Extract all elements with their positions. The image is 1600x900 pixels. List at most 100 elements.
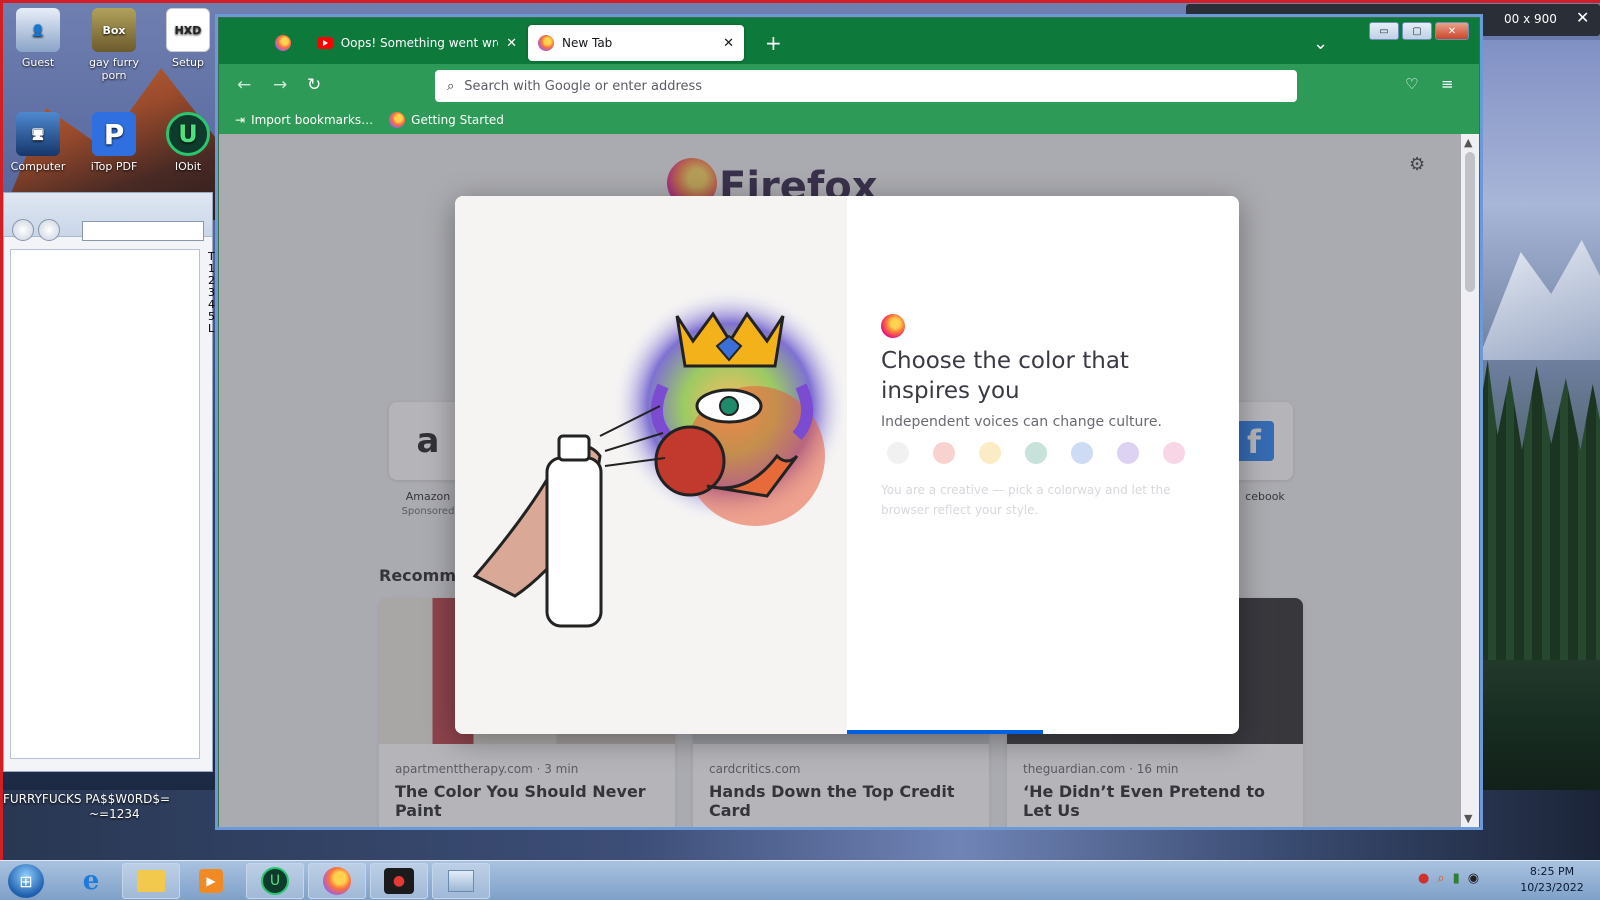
back-arrow-icon[interactable] <box>12 219 34 241</box>
pdf-app-icon: P <box>92 112 136 156</box>
volume-icon[interactable]: ◉ <box>1468 871 1479 886</box>
desktop-icon-box[interactable]: Box gay furry porn <box>76 8 152 82</box>
colorway-swatch[interactable] <box>1117 442 1139 464</box>
bookmark-getting-started[interactable]: Getting Started <box>389 112 504 128</box>
tab-youtube[interactable]: Oops! Something went wrong. ✕ <box>307 25 527 61</box>
tab-list-button[interactable]: ⌄ <box>1303 25 1338 61</box>
screen-recorder-icon: ● <box>384 868 414 894</box>
taskbar-app[interactable] <box>432 863 490 899</box>
overlay-line-1: FURRYFUCKS PA$$W0RD$= <box>3 792 171 806</box>
tab-pinned-firefox[interactable] <box>265 25 305 61</box>
desktop-icon-label: Computer <box>10 160 66 173</box>
explorer-pane <box>10 249 200 759</box>
taskbar-firefox[interactable] <box>308 863 366 899</box>
desktop-icon-computer[interactable]: 🖥 Computer <box>0 112 76 173</box>
tab-label: New Tab <box>562 36 613 50</box>
modal-description: You are a creative — pick a colorway and… <box>881 483 1171 517</box>
desktop-icon-label: gay furry porn <box>89 56 139 82</box>
new-tab-button[interactable]: + <box>755 25 792 61</box>
modal-content-panel: Choose the color that inspires you Indep… <box>847 196 1239 734</box>
new-tab-page: Firefox ⚙ a Amazon Sponsored f cebook Re… <box>219 134 1463 827</box>
scroll-up-icon[interactable]: ▲ <box>1464 136 1472 149</box>
pocket-icon[interactable]: ♡ <box>1405 75 1418 93</box>
maximize-button[interactable]: ▢ <box>1402 22 1432 40</box>
clock[interactable]: 8:25 PM 10/23/2022 <box>1514 864 1590 896</box>
page-scrollbar[interactable]: ▲ ▼ <box>1461 134 1479 827</box>
close-window-button[interactable]: ✕ <box>1435 22 1469 40</box>
desktop-icon-label: iTop PDF <box>90 160 138 173</box>
scroll-down-icon[interactable]: ▼ <box>1464 812 1472 825</box>
explorer-window[interactable]: T 1 2 3 4 5 L <box>3 192 215 772</box>
recorder-tray-icon[interactable]: ● <box>1418 871 1429 886</box>
modal-title: Choose the color that inspires you <box>881 348 1129 404</box>
explorer-toolbar <box>4 193 212 241</box>
taskbar: ⊞ e ▶ U ● ● ⌕ ▮ ◉ 8:25 PM 10/23/2022 <box>0 860 1600 900</box>
close-tab-icon[interactable]: ✕ <box>506 36 517 51</box>
desktop-icon-label: Guest <box>21 56 55 69</box>
taskbar-recorder[interactable]: ● <box>370 863 428 899</box>
spray-paint-illustration <box>472 288 848 628</box>
network-icon[interactable]: ▮ <box>1453 871 1460 886</box>
close-icon[interactable]: ✕ <box>1576 8 1589 27</box>
menu-icon[interactable]: ≡ <box>1441 75 1454 93</box>
screen-border-top <box>0 0 1600 3</box>
desktop-icon-iobit[interactable]: U IObit Uninstaller <box>150 112 226 174</box>
colorway-swatch[interactable] <box>979 442 1001 464</box>
tab-bar: Oops! Something went wrong. ✕ New Tab ✕ … <box>219 18 1479 64</box>
capture-size-label: 00 x 900 <box>1504 12 1557 26</box>
firefox-icon <box>538 35 554 51</box>
back-arrow-icon[interactable]: ← <box>237 75 251 95</box>
explorer-address-bar[interactable] <box>82 221 204 241</box>
bookmark-label: Getting Started <box>411 113 504 127</box>
tab-new-tab[interactable]: New Tab ✕ <box>528 25 744 61</box>
window-app-icon <box>448 870 474 892</box>
system-tray: ● ⌕ ▮ ◉ <box>1418 871 1479 886</box>
firefox-icon <box>275 35 291 51</box>
start-button[interactable]: ⊞ <box>8 864 44 898</box>
desktop-icon-setup[interactable]: HXD Setup <box>150 8 226 69</box>
desktop-icon-guest[interactable]: 👤 Guest <box>0 8 76 69</box>
colorway-swatch[interactable] <box>1025 442 1047 464</box>
colorway-swatch[interactable] <box>1071 442 1093 464</box>
bookmark-import[interactable]: ⇥ Import bookmarks… <box>235 113 373 127</box>
forward-arrow-icon[interactable] <box>38 219 60 241</box>
colorway-swatch[interactable] <box>1163 442 1185 464</box>
wallpaper-peak <box>1478 240 1600 360</box>
pdf-badge: P <box>103 117 125 151</box>
scrollbar-thumb[interactable] <box>1465 152 1475 292</box>
wallpaper-trees <box>1478 360 1600 660</box>
reload-icon[interactable]: ↻ <box>307 75 321 95</box>
youtube-icon <box>317 37 333 49</box>
taskbar-iobit[interactable]: U <box>246 863 304 899</box>
search-tray-icon[interactable]: ⌕ <box>1437 871 1444 886</box>
navigation-toolbar: ← → ↻ ⌕ Search with Google or enter addr… <box>219 64 1479 106</box>
modal-subtitle: Independent voices can change culture. <box>881 414 1162 430</box>
forward-arrow-icon[interactable]: → <box>273 75 287 95</box>
folder-icon <box>137 870 165 892</box>
uninstaller-badge: U <box>178 120 198 148</box>
bookmarks-toolbar: ⇥ Import bookmarks… Getting Started <box>219 106 1479 134</box>
tab-label: Oops! Something went wrong. <box>340 36 498 50</box>
overlay-line-2: ~=1234 <box>89 807 140 821</box>
search-icon: ⌕ <box>447 78 455 94</box>
hxd-badge: HXD <box>174 23 202 37</box>
hxd-icon: HXD <box>166 8 210 52</box>
wallpaper-right <box>1478 40 1600 860</box>
taskbar-media[interactable]: ▶ <box>186 865 236 897</box>
taskbar-explorer[interactable] <box>122 863 180 899</box>
user-icon: 👤 <box>16 8 60 52</box>
bookmark-label: Import bookmarks… <box>251 113 374 127</box>
url-placeholder: Search with Google or enter address <box>464 78 703 94</box>
colorway-options <box>887 442 1185 464</box>
taskbar-ie[interactable]: e <box>64 865 118 897</box>
colorway-swatch[interactable] <box>887 442 909 464</box>
colorway-modal: Choose the color that inspires you Indep… <box>455 196 1239 734</box>
desktop-icon-itop-pdf[interactable]: P iTop PDF <box>76 112 152 173</box>
url-bar[interactable]: ⌕ Search with Google or enter address <box>435 70 1297 102</box>
minimize-button[interactable]: ▭ <box>1369 22 1399 40</box>
uninstaller-icon: U <box>261 867 289 895</box>
colorway-swatch[interactable] <box>933 442 955 464</box>
desktop-icon-label: Setup <box>171 56 205 69</box>
clock-date: 10/23/2022 <box>1520 881 1584 894</box>
close-tab-icon[interactable]: ✕ <box>723 36 734 51</box>
